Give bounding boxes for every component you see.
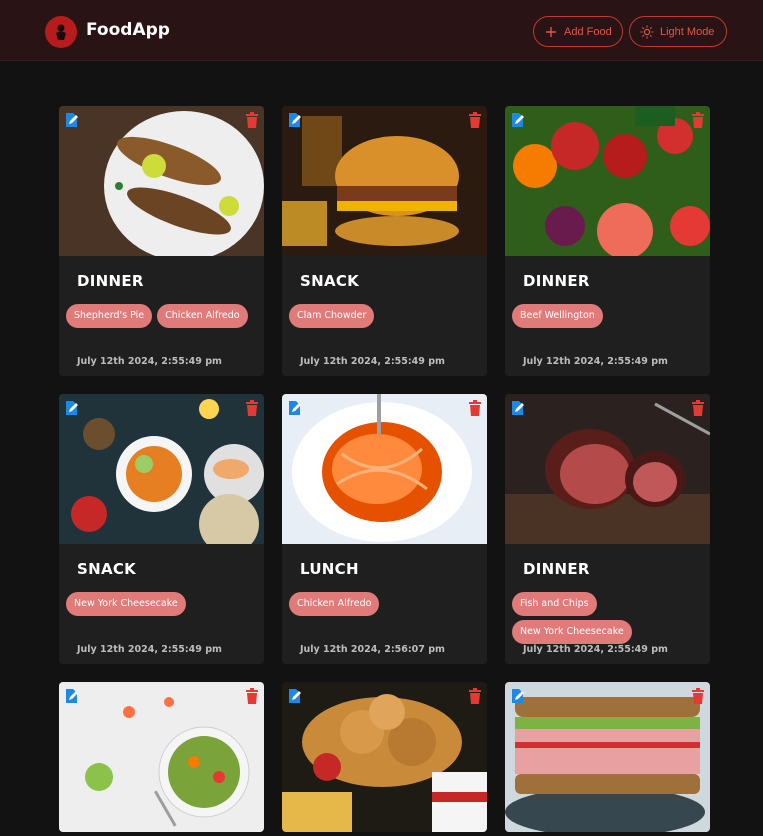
food-image: [59, 682, 264, 832]
trash-icon[interactable]: [246, 112, 258, 128]
food-image: [505, 106, 710, 256]
trash-icon[interactable]: [246, 688, 258, 704]
card-date: July 12th 2024, 2:55:49 pm: [300, 356, 445, 367]
meal-type: DINNER: [523, 560, 590, 578]
edit-icon[interactable]: [288, 112, 302, 128]
food-image: [282, 106, 487, 256]
food-card-3: DINNER Beef Wellington July 12th 2024, 2…: [505, 106, 710, 376]
navbar: FoodApp Add Food Light Mode: [0, 0, 763, 61]
food-chips: Clam Chowder: [289, 304, 485, 328]
trash-icon[interactable]: [692, 400, 704, 416]
edit-icon[interactable]: [511, 112, 525, 128]
food-chips: Chicken Alfredo: [289, 592, 485, 616]
meal-type: SNACK: [300, 272, 360, 290]
card-date: July 12th 2024, 2:55:49 pm: [523, 644, 668, 655]
food-chips: New York Cheesecake: [66, 592, 262, 616]
food-card-2: SNACK Clam Chowder July 12th 2024, 2:55:…: [282, 106, 487, 376]
food-card-4: SNACK New York Cheesecake July 12th 2024…: [59, 394, 264, 664]
food-chips: Beef Wellington: [512, 304, 708, 328]
edit-icon[interactable]: [65, 112, 79, 128]
meal-type: LUNCH: [300, 560, 359, 578]
food-card-8: [282, 682, 487, 832]
food-image: [505, 682, 710, 832]
food-chip[interactable]: Beef Wellington: [512, 304, 603, 328]
food-image: [59, 106, 264, 256]
trash-icon[interactable]: [469, 688, 481, 704]
card-date: July 12th 2024, 2:55:49 pm: [77, 644, 222, 655]
brand-title[interactable]: FoodApp: [86, 20, 170, 40]
trash-icon[interactable]: [469, 112, 481, 128]
light-mode-button[interactable]: Light Mode: [629, 16, 727, 47]
add-food-label: Add Food: [564, 25, 612, 38]
food-image: [59, 394, 264, 544]
food-chip[interactable]: Chicken Alfredo: [289, 592, 380, 616]
trash-icon[interactable]: [692, 688, 704, 704]
edit-icon[interactable]: [511, 688, 525, 704]
sun-icon: [640, 25, 654, 39]
food-chip[interactable]: New York Cheesecake: [66, 592, 186, 616]
food-chip[interactable]: Chicken Alfredo: [157, 304, 248, 328]
food-chips: Shepherd's Pie Chicken Alfredo: [66, 304, 262, 328]
food-image: [505, 394, 710, 544]
edit-icon[interactable]: [288, 400, 302, 416]
meal-type: DINNER: [523, 272, 590, 290]
food-chips: Fish and Chips New York Cheesecake: [512, 592, 708, 644]
card-date: July 12th 2024, 2:55:49 pm: [523, 356, 668, 367]
edit-icon[interactable]: [65, 688, 79, 704]
add-food-button[interactable]: Add Food: [533, 16, 623, 47]
trash-icon[interactable]: [469, 400, 481, 416]
food-chip[interactable]: Shepherd's Pie: [66, 304, 153, 328]
chef-logo-icon[interactable]: [45, 16, 77, 48]
meal-type: SNACK: [77, 560, 137, 578]
card-date: July 12th 2024, 2:55:49 pm: [77, 356, 222, 367]
food-chip[interactable]: New York Cheesecake: [512, 620, 632, 644]
food-card-9: [505, 682, 710, 832]
food-image: [282, 682, 487, 832]
food-chip[interactable]: Fish and Chips: [512, 592, 597, 616]
food-card-6: DINNER Fish and Chips New York Cheesecake…: [505, 394, 710, 664]
food-card-5: LUNCH Chicken Alfredo July 12th 2024, 2:…: [282, 394, 487, 664]
trash-icon[interactable]: [692, 112, 704, 128]
food-card-7: [59, 682, 264, 832]
food-image: [282, 394, 487, 544]
edit-icon[interactable]: [65, 400, 79, 416]
trash-icon[interactable]: [246, 400, 258, 416]
plus-icon: [544, 25, 558, 39]
card-date: July 12th 2024, 2:56:07 pm: [300, 644, 445, 655]
edit-icon[interactable]: [511, 400, 525, 416]
edit-icon[interactable]: [288, 688, 302, 704]
food-card-1: DINNER Shepherd's Pie Chicken Alfredo Jul…: [59, 106, 264, 376]
light-mode-label: Light Mode: [660, 25, 715, 38]
food-chip[interactable]: Clam Chowder: [289, 304, 375, 328]
meal-type: DINNER: [77, 272, 144, 290]
